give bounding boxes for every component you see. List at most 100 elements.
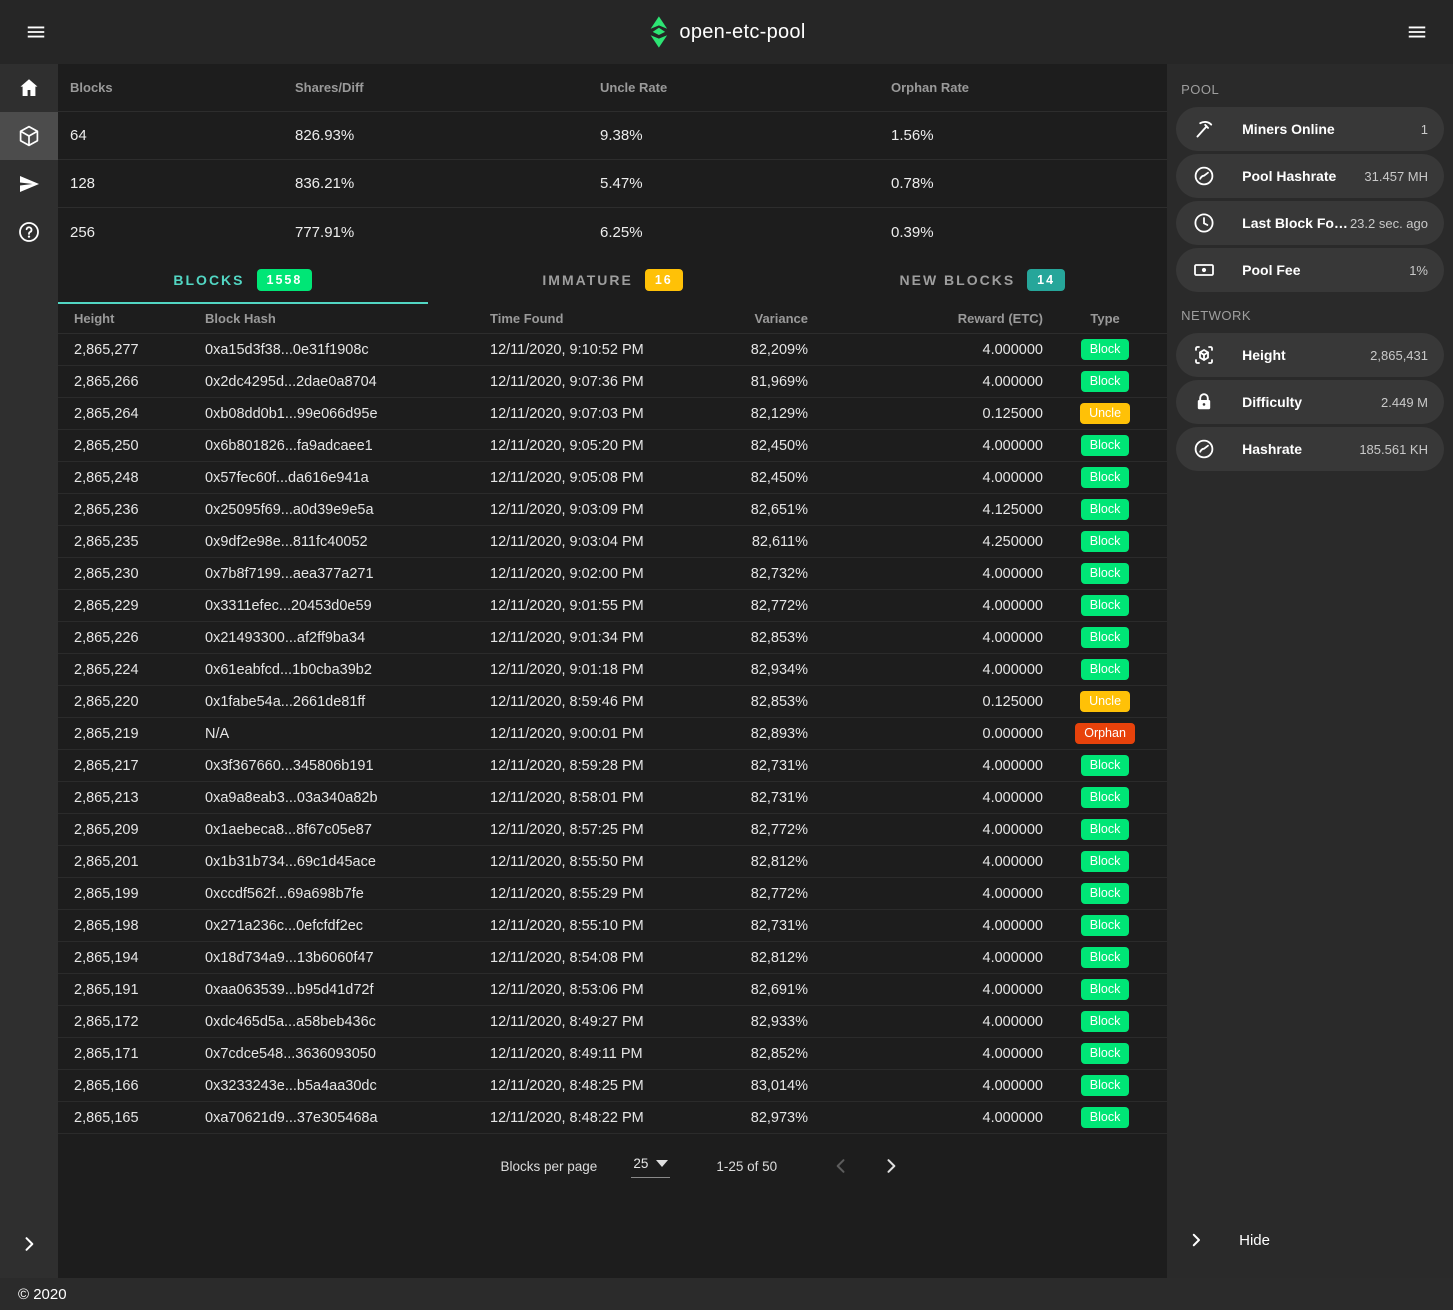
next-page-button[interactable] — [871, 1146, 911, 1186]
cube-icon — [17, 124, 41, 148]
tab-new-blocks[interactable]: NEW BLOCKS14 — [797, 256, 1167, 304]
cell-height: 2,865,213 — [58, 790, 189, 806]
cell-height: 2,865,165 — [58, 1110, 189, 1126]
table-row: 2,865,2240x61eabfcd...1b0cba39b212/11/20… — [58, 654, 1167, 686]
stat-pill-last-block-fo-: Last Block Fo…23.2 sec. ago — [1176, 201, 1444, 245]
table-row: 2,865,2130xa9a8eab3...03a340a82b12/11/20… — [58, 782, 1167, 814]
table-row: 2,865,2010x1b31b734...69c1d45ace12/11/20… — [58, 846, 1167, 878]
page-range-label: 1-25 of 50 — [716, 1159, 777, 1174]
cell-reward: 0.125000 — [808, 406, 1043, 422]
cell-time: 12/11/2020, 9:07:36 PM — [474, 374, 732, 390]
cell-time: 12/11/2020, 9:03:04 PM — [474, 534, 732, 550]
cell-reward: 4.000000 — [808, 342, 1043, 358]
type-badge: Block — [1081, 371, 1130, 392]
cell-height: 2,865,201 — [58, 854, 189, 870]
cell-time: 12/11/2020, 8:54:08 PM — [474, 950, 732, 966]
table-row: 2,865,1720xdc465d5a...a58beb436c12/11/20… — [58, 1006, 1167, 1038]
type-badge: Block — [1081, 1075, 1130, 1096]
cell-height: 2,865,266 — [58, 374, 189, 390]
cell-type: Block — [1043, 819, 1167, 840]
previous-page-button[interactable] — [821, 1146, 861, 1186]
cell-time: 12/11/2020, 8:55:10 PM — [474, 918, 732, 934]
sidebar-item-blocks[interactable] — [0, 112, 58, 160]
stat-label: Hashrate — [1242, 441, 1302, 457]
cell-height: 2,865,220 — [58, 694, 189, 710]
cell-reward: 4.000000 — [808, 1014, 1043, 1030]
pagination-bar: Blocks per page 25 1-25 of 50 — [58, 1134, 1167, 1198]
type-badge: Block — [1081, 531, 1130, 552]
cell-hash: N/A — [189, 726, 474, 742]
cell-hash: 0x3233243e...b5a4aa30dc — [189, 1078, 474, 1094]
cell-height: 2,865,219 — [58, 726, 189, 742]
stat-label: Pool Fee — [1242, 262, 1300, 278]
stat-pill-difficulty: Difficulty2.449 M — [1176, 380, 1444, 424]
stats-row: 128836.21%5.47%0.78% — [58, 160, 1167, 208]
stats-column-header: Blocks — [58, 80, 283, 95]
per-page-select[interactable]: 25 — [631, 1154, 670, 1178]
cell-height: 2,865,250 — [58, 438, 189, 454]
cell-reward: 4.250000 — [808, 534, 1043, 550]
cell-hash: 0x9df2e98e...811fc40052 — [189, 534, 474, 550]
tab-label: NEW BLOCKS — [900, 272, 1016, 288]
stats-cell: 777.91% — [283, 224, 588, 241]
cell-hash: 0xaa063539...b95d41d72f — [189, 982, 474, 998]
menu-hamburger-left-button[interactable] — [16, 12, 56, 52]
hide-label: Hide — [1239, 1232, 1270, 1249]
cell-height: 2,865,171 — [58, 1046, 189, 1062]
stats-cell: 5.47% — [588, 175, 879, 192]
cell-type: Block — [1043, 371, 1167, 392]
cell-variance: 82,691% — [732, 982, 808, 998]
etc-logo-icon — [647, 16, 669, 48]
table-row: 2,865,2170x3f367660...345806b19112/11/20… — [58, 750, 1167, 782]
menu-hamburger-right-button[interactable] — [1397, 12, 1437, 52]
type-badge: Block — [1081, 1011, 1130, 1032]
cell-variance: 82,772% — [732, 598, 808, 614]
gauge-icon — [1192, 437, 1216, 461]
cell-hash: 0xa70621d9...37e305468a — [189, 1110, 474, 1126]
cell-reward: 4.000000 — [808, 1078, 1043, 1094]
sidebar-hide-button[interactable]: Hide — [1167, 1218, 1453, 1262]
sidebar-item-home[interactable] — [0, 64, 58, 112]
send-icon — [17, 172, 41, 196]
section-label-network: NETWORK — [1181, 308, 1453, 323]
blocks-column-header: Block Hash — [189, 311, 474, 326]
cell-time: 12/11/2020, 8:59:46 PM — [474, 694, 732, 710]
cell-type: Block — [1043, 1107, 1167, 1128]
cell-type: Block — [1043, 883, 1167, 904]
stat-label: Miners Online — [1242, 121, 1335, 137]
cell-reward: 4.000000 — [808, 598, 1043, 614]
cell-variance: 82,973% — [732, 1110, 808, 1126]
type-badge: Block — [1081, 467, 1130, 488]
type-badge: Block — [1081, 563, 1130, 584]
type-badge: Block — [1081, 435, 1130, 456]
help-icon — [17, 220, 41, 244]
table-row: 2,865,1990xccdf562f...69a698b7fe12/11/20… — [58, 878, 1167, 910]
stats-column-header: Uncle Rate — [588, 80, 879, 95]
nav-expand-button[interactable] — [0, 1222, 58, 1266]
table-row: 2,865,1940x18d734a9...13b6060f4712/11/20… — [58, 942, 1167, 974]
cell-variance: 82,450% — [732, 438, 808, 454]
table-row: 2,865,2640xb08dd0b1...99e066d95e12/11/20… — [58, 398, 1167, 430]
cell-variance: 82,611% — [732, 534, 808, 550]
stat-label: Height — [1242, 347, 1286, 363]
blocks-table: HeightBlock HashTime FoundVarianceReward… — [58, 304, 1167, 1134]
cell-time: 12/11/2020, 9:01:55 PM — [474, 598, 732, 614]
blocks-column-header: Type — [1043, 311, 1167, 326]
cell-height: 2,865,166 — [58, 1078, 189, 1094]
cell-variance: 82,812% — [732, 950, 808, 966]
tab-blocks[interactable]: BLOCKS1558 — [58, 256, 428, 304]
table-row: 2,865,2200x1fabe54a...2661de81ff12/11/20… — [58, 686, 1167, 718]
cell-type: Block — [1043, 1011, 1167, 1032]
stat-value: 2.449 M — [1381, 395, 1428, 410]
sidebar-item-help[interactable] — [0, 208, 58, 256]
cell-variance: 83,014% — [732, 1078, 808, 1094]
type-badge: Block — [1081, 755, 1130, 776]
cell-height: 2,865,209 — [58, 822, 189, 838]
tab-immature[interactable]: IMMATURE16 — [428, 256, 798, 304]
cell-type: Block — [1043, 851, 1167, 872]
cell-variance: 82,209% — [732, 342, 808, 358]
cell-reward: 4.000000 — [808, 566, 1043, 582]
cell-time: 12/11/2020, 9:05:08 PM — [474, 470, 732, 486]
stats-cell: 0.39% — [879, 224, 1167, 241]
sidebar-item-payments[interactable] — [0, 160, 58, 208]
